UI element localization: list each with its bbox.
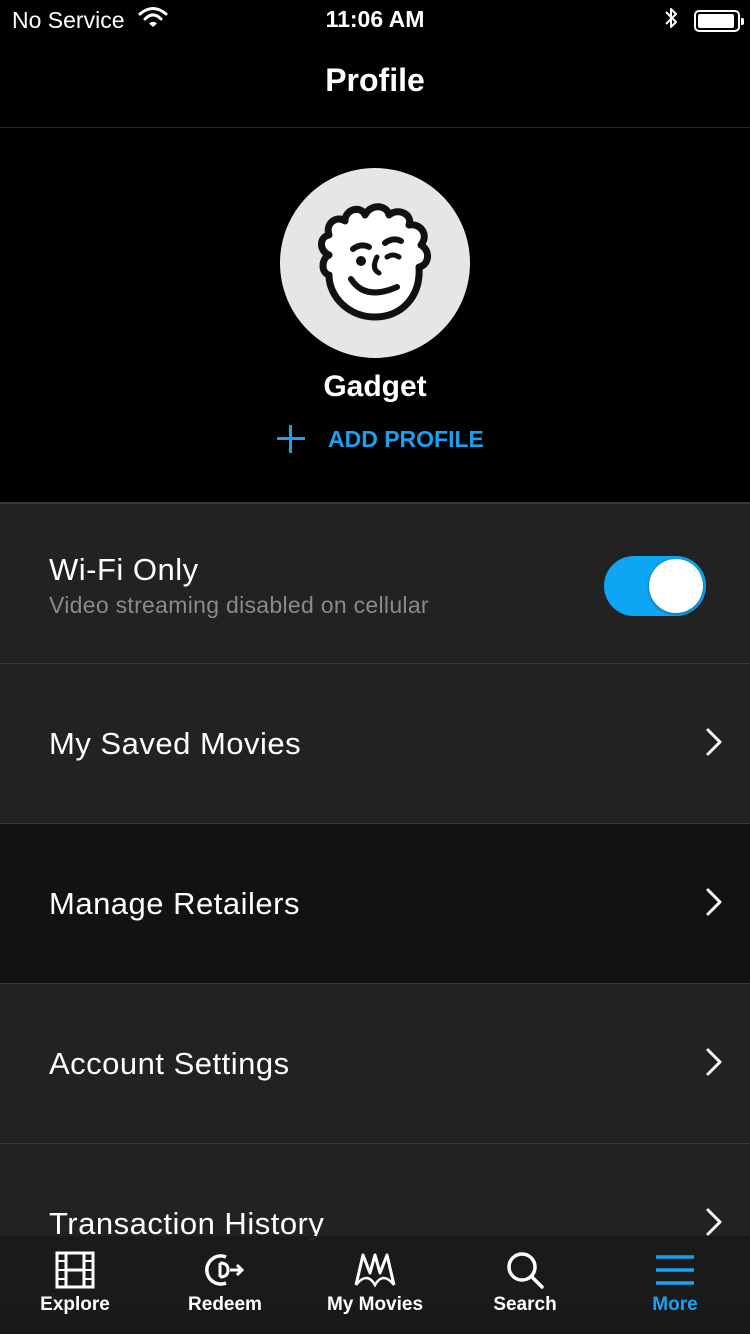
tab-label: Search [493,1294,557,1315]
wifi-only-toggle[interactable] [604,556,706,616]
tab-search[interactable]: Search [450,1236,600,1334]
wifi-only-label: Wi-Fi Only [49,552,199,587]
status-right [664,6,744,35]
toggle-knob [649,559,703,613]
list-item-label: Manage Retailers [49,886,300,921]
chevron-right-icon [706,728,722,756]
battery-icon [694,9,744,32]
wifi-only-row: Wi-Fi Only Video streaming disabled on c… [0,504,750,664]
tab-label: Redeem [188,1294,262,1315]
tab-explore[interactable]: Explore [0,1236,150,1334]
list-item-label: My Saved Movies [49,726,302,761]
search-icon [503,1248,547,1292]
list-item-label: Account Settings [49,1046,290,1081]
tab-label: More [652,1294,698,1315]
nav-header: Profile [0,40,750,128]
tab-redeem[interactable]: Redeem [150,1236,300,1334]
page-title: Profile [325,62,425,98]
redeem-icon [203,1248,247,1292]
list-item-manage-retailers[interactable]: Manage Retailers [0,824,750,984]
tab-my-movies[interactable]: My Movies [300,1236,450,1334]
status-bar: No Service 11:06 AM [0,0,750,40]
profile-section: Gadget ADD PROFILE [0,128,750,504]
add-profile-label: ADD PROFILE [328,425,484,452]
chevron-right-icon [706,1048,722,1076]
film-icon [53,1248,97,1292]
list-item-my-saved-movies[interactable]: My Saved Movies [0,664,750,824]
tab-label: Explore [40,1294,110,1315]
menu-icon [653,1248,697,1292]
list-item-account-settings[interactable]: Account Settings [0,984,750,1144]
plus-icon [276,424,306,454]
tab-more[interactable]: More [600,1236,750,1334]
tab-label: My Movies [326,1294,424,1315]
battery-fill [698,13,734,28]
smiley-face-icon [318,203,431,321]
avatar[interactable] [280,168,470,358]
chevron-right-icon [706,888,722,916]
wifi-only-subtitle: Video streaming disabled on cellular [49,592,429,618]
chevron-right-icon [706,1208,722,1236]
add-profile-button[interactable]: ADD PROFILE [276,424,484,454]
movies-logo-icon [353,1248,397,1292]
tab-bar: Explore Redeem My Movies Search More [0,1236,750,1334]
status-time: 11:06 AM [325,6,425,32]
profile-name: Gadget [323,370,427,403]
bluetooth-icon [664,6,678,35]
